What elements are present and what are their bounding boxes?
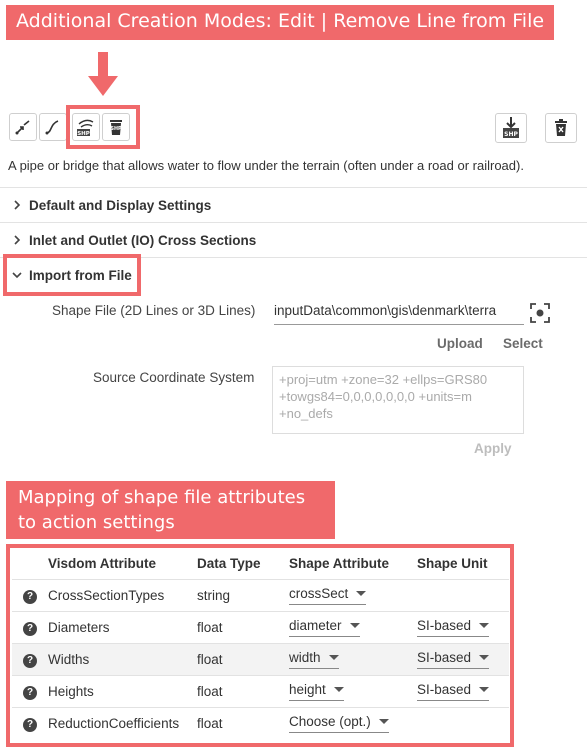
header-data-type: Data Type xyxy=(197,556,261,571)
description-text: A pipe or bridge that allows water to fl… xyxy=(8,158,524,173)
shape-attribute-select[interactable]: crossSect xyxy=(289,586,367,605)
table-row: ? Widths float width SI-based xyxy=(12,643,509,676)
visdom-attribute: ReductionCoefficients xyxy=(48,716,180,731)
shape-attribute-select[interactable]: Choose (opt.) xyxy=(289,714,389,733)
shape-attribute-select[interactable]: width xyxy=(289,650,339,669)
mapping-banner: Mapping of shape file attributes to acti… xyxy=(6,481,335,539)
draw-line-icon xyxy=(15,120,30,135)
delete-icon xyxy=(555,119,567,136)
divider xyxy=(0,222,587,223)
visdom-attribute: Heights xyxy=(48,684,94,699)
data-type: string xyxy=(197,588,231,603)
section-label: Inlet and Outlet (IO) Cross Sections xyxy=(29,232,257,248)
data-type: float xyxy=(197,620,223,635)
help-icon[interactable]: ? xyxy=(23,589,37,604)
dropdown-caret-icon xyxy=(479,655,490,660)
shape-unit xyxy=(417,580,509,612)
dropdown-caret-icon xyxy=(356,591,367,596)
header-shape-attribute: Shape Attribute xyxy=(289,556,390,571)
dropdown-caret-icon xyxy=(333,687,344,692)
select-value: diameter xyxy=(289,618,342,633)
dropdown-caret-icon xyxy=(378,719,389,724)
draw-curve-button[interactable] xyxy=(39,113,67,141)
delete-button[interactable] xyxy=(545,113,577,143)
dropdown-caret-icon xyxy=(479,623,490,628)
coord-line: +towgs84=0,0,0,0,0,0,0 +units=m xyxy=(279,389,472,404)
header-shape-unit: Shape Unit xyxy=(417,556,488,571)
export-shp-button[interactable]: SHP xyxy=(495,113,527,143)
mapping-table: Visdom Attribute Data Type Shape Attribu… xyxy=(12,548,509,739)
table-row: ? CrossSectionTypes string crossSect xyxy=(12,579,509,612)
import-highlight xyxy=(3,254,141,296)
select-value: SI-based xyxy=(417,618,472,633)
section-default-display[interactable]: Default and Display Settings xyxy=(10,192,211,218)
mapping-banner-line: to action settings xyxy=(18,512,175,533)
select-value: SI-based xyxy=(417,650,472,665)
visdom-attribute: Widths xyxy=(48,652,90,667)
select-value: width xyxy=(289,650,321,665)
dropdown-caret-icon xyxy=(328,655,339,660)
shape-unit xyxy=(417,708,509,740)
table-row: ? ReductionCoefficients float Choose (op… xyxy=(12,707,509,740)
table-row: ? Heights float height SI-based xyxy=(12,675,509,708)
shape-attribute-select[interactable]: height xyxy=(289,682,344,701)
select-value: SI-based xyxy=(417,682,472,697)
data-type: float xyxy=(197,684,223,699)
arrow-down-icon xyxy=(88,52,118,96)
select-button[interactable]: Select xyxy=(503,336,543,351)
toolbar-highlight xyxy=(66,105,140,149)
help-icon[interactable]: ? xyxy=(23,621,37,636)
apply-button[interactable]: Apply xyxy=(474,441,512,456)
draw-curve-icon xyxy=(45,120,59,135)
shape-attribute-select[interactable]: diameter xyxy=(289,618,360,637)
dropdown-caret-icon xyxy=(479,687,490,692)
chevron-right-icon xyxy=(14,235,21,245)
download-shp-icon: SHP xyxy=(503,117,519,138)
help-icon[interactable]: ? xyxy=(23,717,37,732)
shape-unit-select[interactable]: SI-based xyxy=(417,618,490,637)
focus-target-icon[interactable] xyxy=(529,302,551,324)
select-value: Choose (opt.) xyxy=(289,714,371,729)
divider xyxy=(0,187,587,188)
select-value: crossSect xyxy=(289,586,349,601)
table-header-row: Visdom Attribute Data Type Shape Attribu… xyxy=(12,548,509,580)
section-io-cross-sections[interactable]: Inlet and Outlet (IO) Cross Sections xyxy=(10,227,256,253)
data-type: float xyxy=(197,652,223,667)
export-shp-badge: SHP xyxy=(504,131,518,138)
select-value: height xyxy=(289,682,326,697)
mapping-banner-line: Mapping of shape file attributes xyxy=(18,487,306,508)
visdom-attribute: CrossSectionTypes xyxy=(48,588,165,603)
coord-line: +proj=utm +zone=32 +ellps=GRS80 xyxy=(279,372,488,387)
coord-system-textarea[interactable]: +proj=utm +zone=32 +ellps=GRS80 +towgs84… xyxy=(272,366,524,434)
shape-unit-select[interactable]: SI-based xyxy=(417,682,490,701)
header-visdom-attribute: Visdom Attribute xyxy=(48,556,157,571)
dropdown-caret-icon xyxy=(349,623,360,628)
data-type: float xyxy=(197,716,223,731)
help-icon[interactable]: ? xyxy=(23,685,37,700)
section-label: Default and Display Settings xyxy=(29,197,212,213)
draw-line-button[interactable] xyxy=(9,113,37,141)
visdom-attribute: Diameters xyxy=(48,620,110,635)
coord-system-label: Source Coordinate System xyxy=(93,370,255,385)
chevron-right-icon xyxy=(14,200,21,210)
table-row: ? Diameters float diameter SI-based xyxy=(12,611,509,644)
shape-file-input[interactable]: inputData\common\gis\denmark\terra xyxy=(274,303,524,325)
upload-button[interactable]: Upload xyxy=(437,336,483,351)
shape-unit-select[interactable]: SI-based xyxy=(417,650,490,669)
title-banner: Additional Creation Modes: Edit | Remove… xyxy=(6,5,554,40)
help-icon[interactable]: ? xyxy=(23,653,37,668)
coord-line: +no_defs xyxy=(279,406,333,421)
shape-file-label: Shape File (2D Lines or 3D Lines) xyxy=(52,303,256,318)
